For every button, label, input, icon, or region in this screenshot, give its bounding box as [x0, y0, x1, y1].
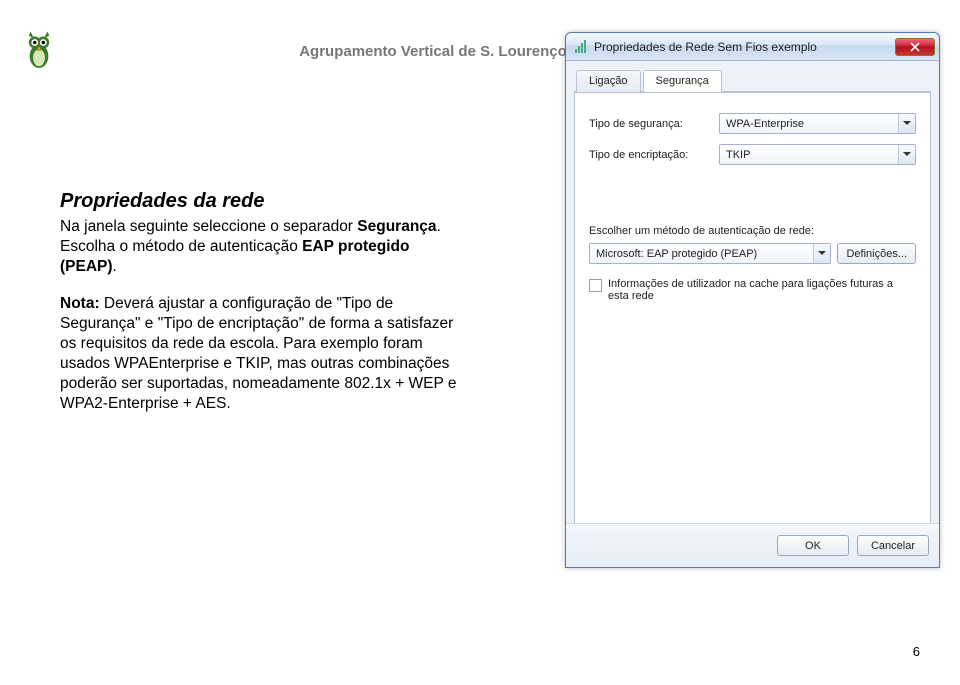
chevron-down-icon [898, 114, 915, 133]
dialog-title: Propriedades de Rede Sem Fios exemplo [594, 40, 895, 54]
tab-security[interactable]: Segurança [643, 70, 722, 92]
article-body: Propriedades da rede Na janela seguinte … [60, 190, 460, 431]
chevron-down-icon [813, 244, 830, 263]
wifi-properties-dialog: Propriedades de Rede Sem Fios exemplo Li… [565, 32, 940, 568]
security-type-value: WPA-Enterprise [726, 118, 804, 130]
security-type-label: Tipo de segurança: [589, 118, 719, 130]
cancel-button[interactable]: Cancelar [857, 535, 929, 556]
owl-logo-icon [22, 30, 56, 72]
close-icon [910, 42, 920, 52]
cache-credentials-label: Informações de utilizador na cache para … [608, 278, 916, 302]
auth-method-combo[interactable]: Microsoft: EAP protegido (PEAP) [589, 243, 831, 264]
auth-method-value: Microsoft: EAP protegido (PEAP) [596, 248, 757, 260]
tab-connection[interactable]: Ligação [576, 70, 641, 92]
encryption-type-combo[interactable]: TKIP [719, 144, 916, 165]
page-number: 6 [913, 644, 920, 659]
article-title: Propriedades da rede [60, 190, 460, 213]
auth-method-label: Escolher um método de autenticação de re… [589, 225, 916, 237]
ok-button[interactable]: OK [777, 535, 849, 556]
article-paragraph-1: Na janela seguinte seleccione o separado… [60, 217, 460, 276]
wifi-bars-icon [574, 40, 588, 54]
dialog-titlebar[interactable]: Propriedades de Rede Sem Fios exemplo [566, 33, 939, 61]
chevron-down-icon [898, 145, 915, 164]
cache-credentials-checkbox[interactable] [589, 279, 602, 292]
dialog-tabs: Ligação Segurança [574, 69, 931, 92]
security-panel: Tipo de segurança: WPA-Enterprise Tipo d… [574, 92, 931, 530]
encryption-type-label: Tipo de encriptação: [589, 149, 719, 161]
dialog-footer: OK Cancelar [566, 523, 939, 567]
close-button[interactable] [895, 38, 935, 56]
encryption-type-value: TKIP [726, 149, 750, 161]
article-note: Nota: Deverá ajustar a configuração de "… [60, 294, 460, 413]
security-type-combo[interactable]: WPA-Enterprise [719, 113, 916, 134]
cache-credentials-row[interactable]: Informações de utilizador na cache para … [589, 278, 916, 302]
definitions-button[interactable]: Definições... [837, 243, 916, 264]
